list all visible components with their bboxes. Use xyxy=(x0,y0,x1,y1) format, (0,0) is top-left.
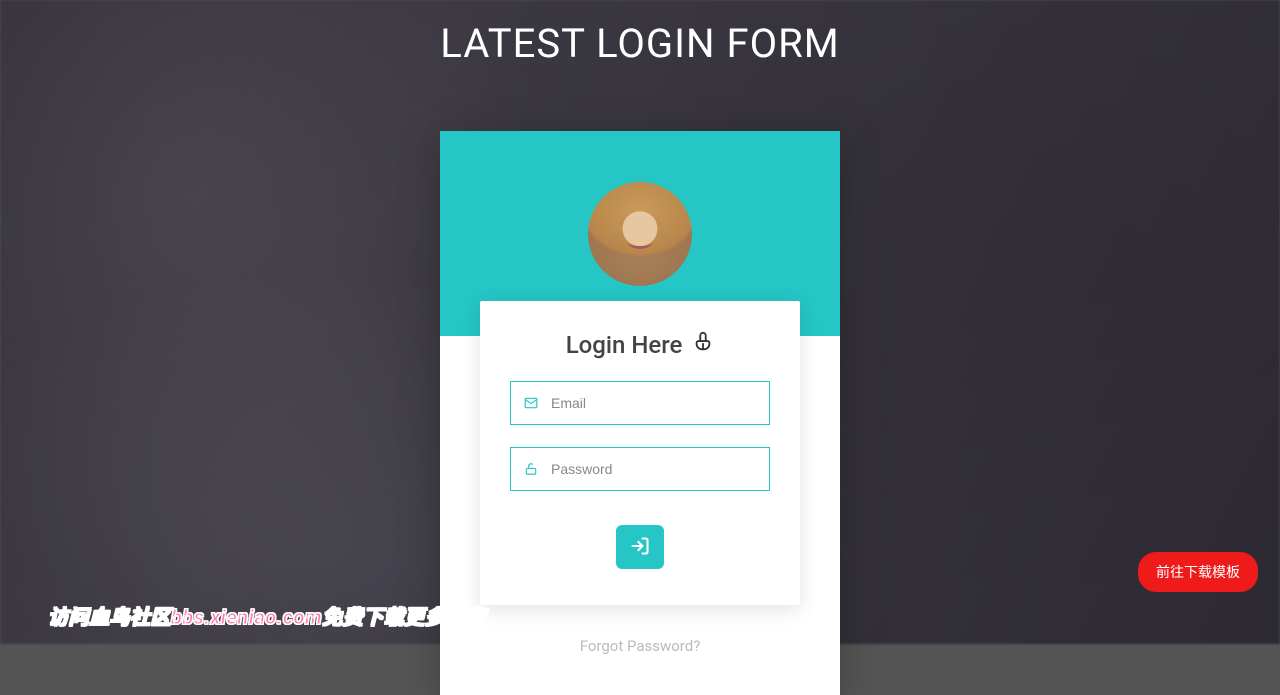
email-input[interactable] xyxy=(551,395,757,411)
form-heading: Login Here xyxy=(510,331,770,359)
email-field-wrapper[interactable] xyxy=(510,381,770,425)
submit-button[interactable] xyxy=(616,525,664,569)
envelope-icon xyxy=(523,396,539,410)
unlock-icon xyxy=(523,462,539,476)
form-heading-text: Login Here xyxy=(566,331,683,359)
sign-in-icon xyxy=(630,536,650,559)
login-card: Login Here xyxy=(440,131,840,695)
avatar xyxy=(588,182,692,286)
forgot-password-link[interactable]: Forgot Password? xyxy=(480,637,800,655)
card-body: Login Here xyxy=(440,301,840,695)
password-field-wrapper[interactable] xyxy=(510,447,770,491)
download-template-button[interactable]: 前往下载模板 xyxy=(1138,552,1258,592)
login-form-panel: Login Here xyxy=(480,301,800,605)
watermark-text: 访问血鸟社区bbs.xieniao.com免费下载更多内容 xyxy=(48,601,486,630)
password-input[interactable] xyxy=(551,461,757,477)
hand-point-down-icon xyxy=(692,331,714,359)
page-title: LATEST LOGIN FORM xyxy=(0,0,1280,67)
